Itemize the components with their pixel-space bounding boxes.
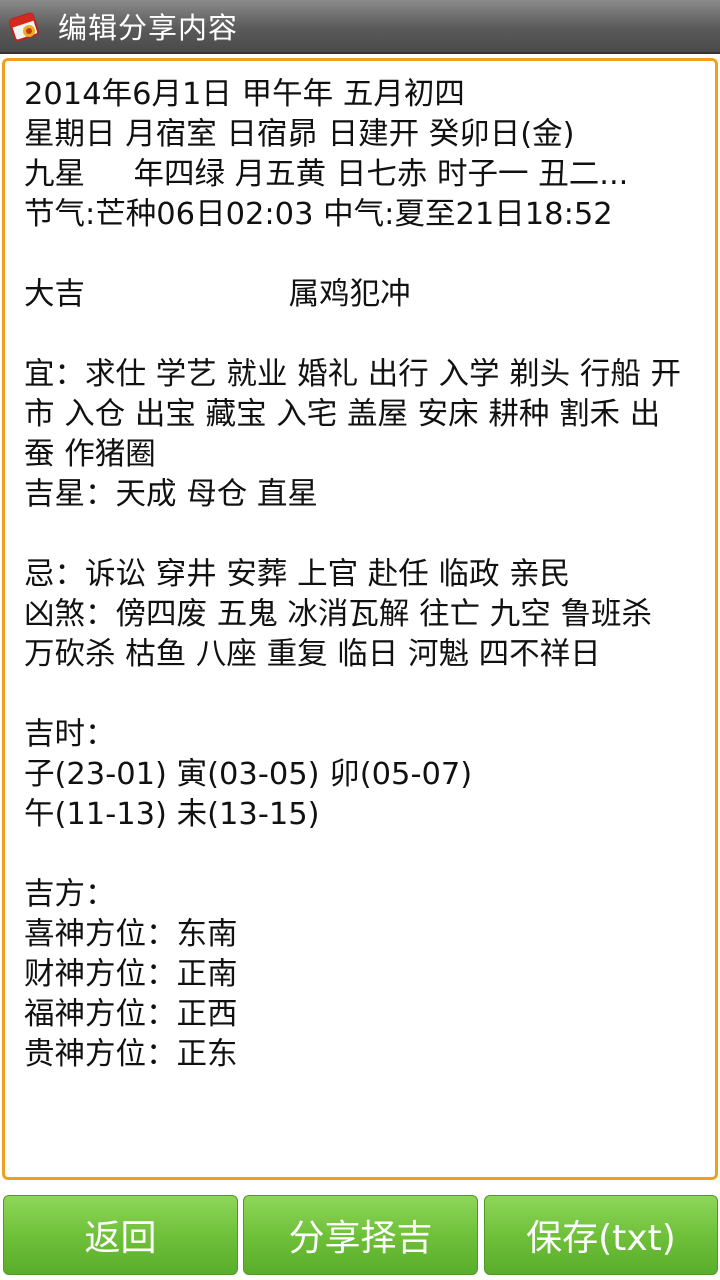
bottom-button-bar: 返回 分享择吉 保存(txt) [0,1190,720,1280]
share-content-editor[interactable]: 2014年6月1日 甲午年 五月初四 星期日 月宿室 日宿昴 日建开 癸卯日(金… [2,58,718,1180]
calendar-app-icon [8,9,42,43]
page-title: 编辑分享内容 [58,11,239,45]
back-button[interactable]: 返回 [3,1195,238,1275]
share-button[interactable]: 分享择吉 [243,1195,478,1275]
share-content-text[interactable]: 2014年6月1日 甲午年 五月初四 星期日 月宿室 日宿昴 日建开 癸卯日(金… [24,75,715,1075]
title-bar: 编辑分享内容 [0,0,720,54]
save-txt-button[interactable]: 保存(txt) [484,1195,718,1275]
